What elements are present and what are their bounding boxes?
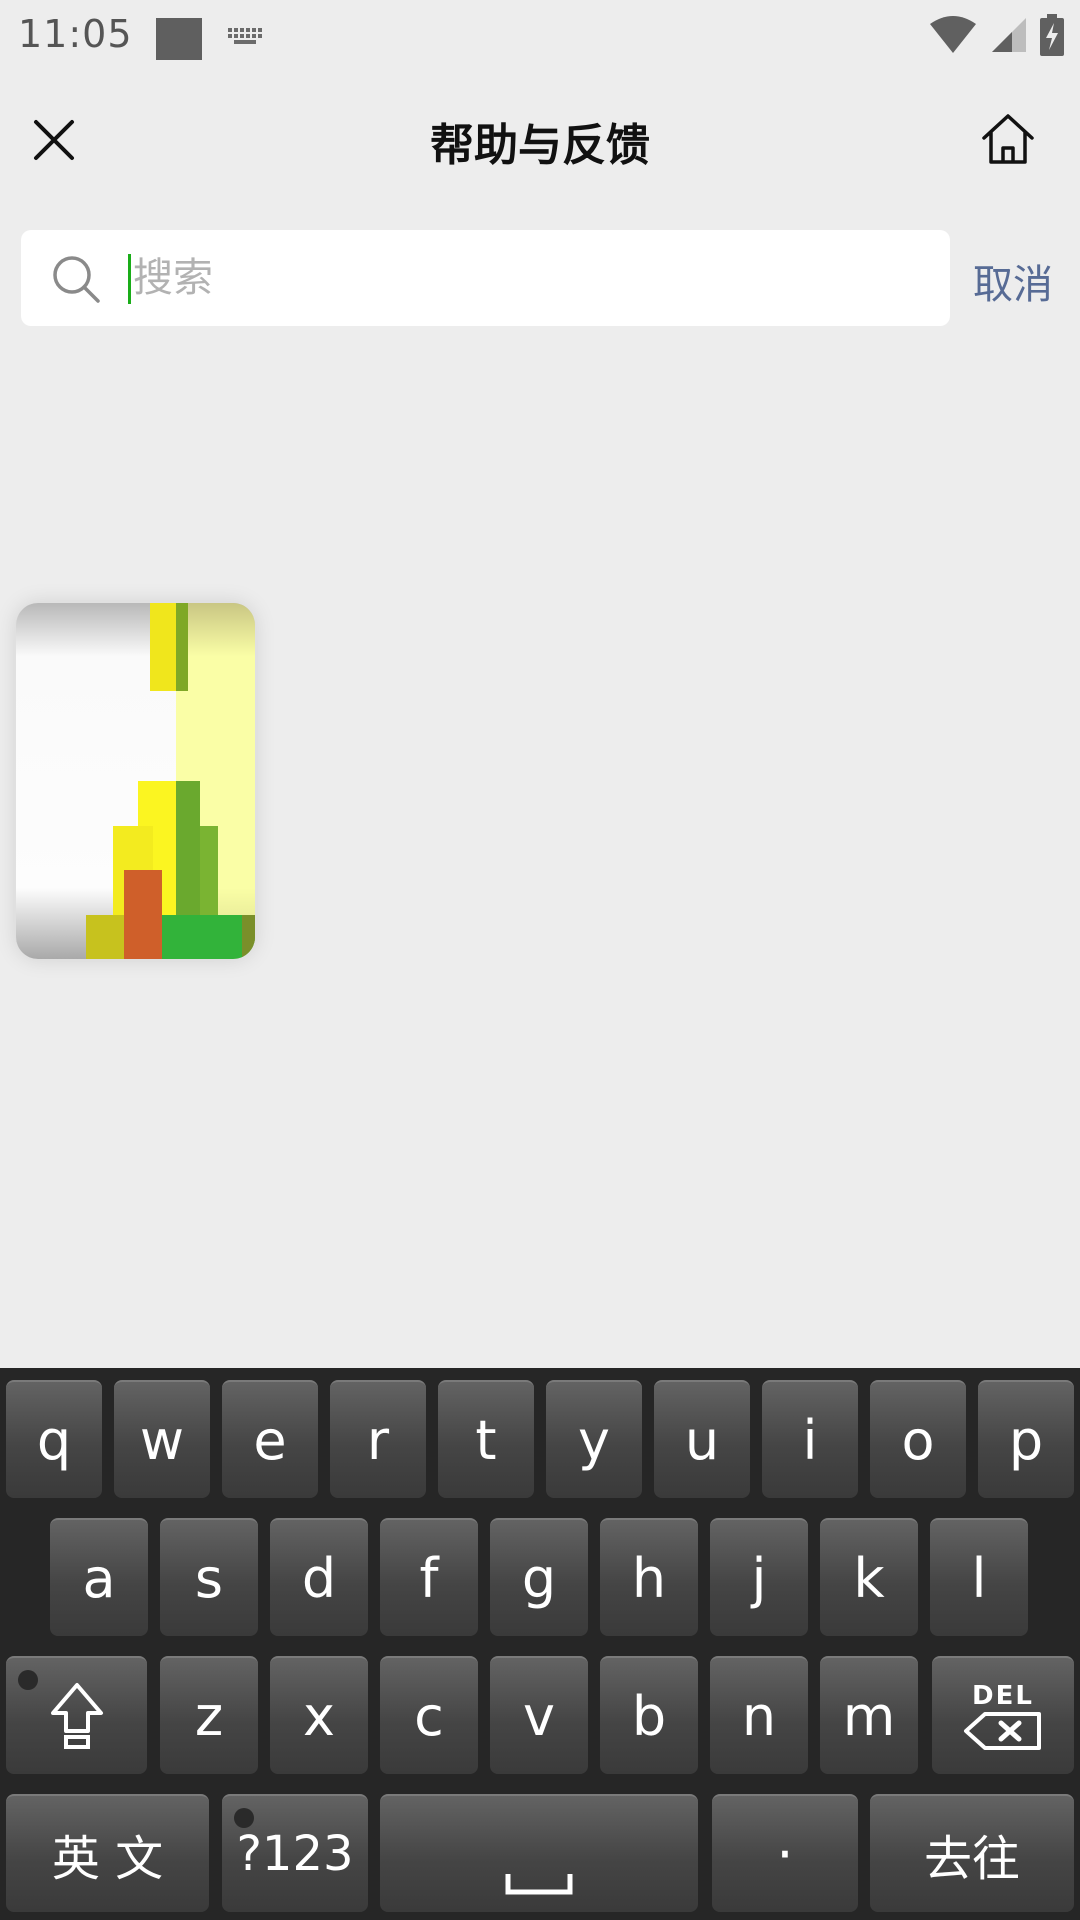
key-w[interactable]: w: [114, 1380, 210, 1498]
go-key[interactable]: 去往: [870, 1794, 1074, 1912]
search-icon: [53, 256, 100, 303]
key-e[interactable]: e: [222, 1380, 318, 1498]
wifi-icon: [930, 16, 976, 53]
key-g[interactable]: g: [490, 1518, 588, 1636]
key-u[interactable]: u: [654, 1380, 750, 1498]
period-key[interactable]: ·: [712, 1794, 858, 1912]
notification-square-icon: [156, 18, 202, 60]
key-b[interactable]: b: [600, 1656, 698, 1774]
key-indicator-dot: [18, 1670, 38, 1690]
cancel-button[interactable]: 取消: [973, 252, 1053, 310]
key-n[interactable]: n: [710, 1656, 808, 1774]
symbols-key[interactable]: ?123: [222, 1794, 368, 1912]
key-c[interactable]: c: [380, 1656, 478, 1774]
shift-icon: [50, 1683, 103, 1749]
thumbnail-image: [16, 603, 255, 959]
space-key[interactable]: [380, 1794, 698, 1912]
language-key[interactable]: 英 文: [6, 1794, 209, 1912]
soft-keyboard: q w e r t y u i o p a s d f g h j k l z …: [0, 1368, 1080, 1920]
key-y[interactable]: y: [546, 1380, 642, 1498]
symbols-label: ?123: [236, 1826, 354, 1882]
key-z[interactable]: z: [160, 1656, 258, 1774]
key-m[interactable]: m: [820, 1656, 918, 1774]
keyboard-icon: [228, 28, 262, 44]
key-d[interactable]: d: [270, 1518, 368, 1636]
key-q[interactable]: q: [6, 1380, 102, 1498]
key-s[interactable]: s: [160, 1518, 258, 1636]
key-l[interactable]: l: [930, 1518, 1028, 1636]
key-indicator-dot: [234, 1808, 254, 1828]
backspace-icon: [964, 1712, 1041, 1750]
battery-charging-icon: [1040, 14, 1064, 56]
page-title: 帮助与反馈: [430, 120, 650, 171]
floating-thumbnail[interactable]: [16, 603, 255, 959]
delete-label: DEL: [972, 1681, 1034, 1711]
signal-icon: [992, 18, 1026, 52]
space-bar-icon: [505, 1874, 573, 1895]
key-t[interactable]: t: [438, 1380, 534, 1498]
key-a[interactable]: a: [50, 1518, 148, 1636]
search-input[interactable]: [133, 246, 913, 310]
shift-key[interactable]: [6, 1656, 147, 1774]
home-icon[interactable]: [978, 110, 1038, 170]
delete-key[interactable]: DEL: [932, 1656, 1074, 1774]
status-bar: 11:05: [0, 0, 1080, 76]
key-v[interactable]: v: [490, 1656, 588, 1774]
text-cursor: [128, 254, 131, 304]
key-f[interactable]: f: [380, 1518, 478, 1636]
key-x[interactable]: x: [270, 1656, 368, 1774]
key-j[interactable]: j: [710, 1518, 808, 1636]
key-p[interactable]: p: [978, 1380, 1074, 1498]
title-bar: 帮助与反馈: [0, 76, 1080, 200]
key-r[interactable]: r: [330, 1380, 426, 1498]
key-i[interactable]: i: [762, 1380, 858, 1498]
status-time: 11:05: [18, 12, 133, 56]
search-box[interactable]: [21, 230, 950, 326]
key-o[interactable]: o: [870, 1380, 966, 1498]
key-h[interactable]: h: [600, 1518, 698, 1636]
key-k[interactable]: k: [820, 1518, 918, 1636]
